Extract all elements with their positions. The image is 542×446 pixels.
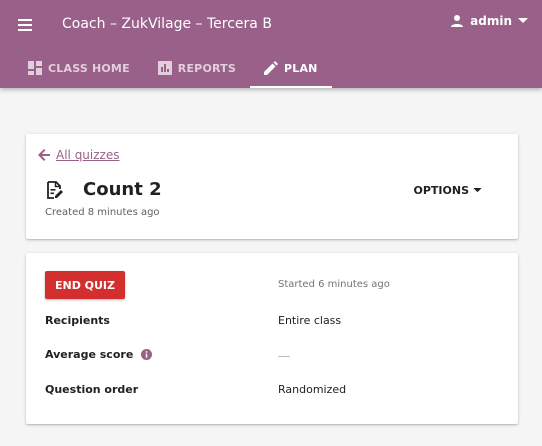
caret-down-icon	[473, 188, 482, 193]
created-time: Created 8 minutes ago	[45, 207, 160, 218]
app-bar: Coach – ZukVilage – Tercera B admin CLAS…	[0, 0, 542, 88]
tab-label: CLASS HOME	[48, 61, 130, 75]
question-order-label: Question order	[45, 383, 138, 396]
tab-reports[interactable]: REPORTS	[144, 48, 250, 88]
nav-tabs: CLASS HOME REPORTS PLAN	[14, 48, 332, 88]
row-label-text: Recipients	[45, 314, 110, 327]
row-label-text: Question order	[45, 383, 139, 396]
user-menu[interactable]: admin	[450, 14, 528, 28]
average-score-label: Average score	[45, 348, 153, 361]
info-icon[interactable]	[141, 349, 153, 360]
tab-plan[interactable]: PLAN	[250, 48, 332, 88]
all-quizzes-link[interactable]: All quizzes	[56, 148, 119, 162]
back-link[interactable]: All quizzes	[38, 148, 119, 162]
person-icon	[451, 15, 464, 27]
quiz-icon	[47, 181, 63, 199]
pencil-icon	[264, 61, 278, 75]
tab-label: PLAN	[284, 61, 318, 75]
menu-button[interactable]	[12, 12, 38, 38]
user-name: admin	[470, 14, 512, 28]
quiz-title: Count 2	[83, 179, 162, 200]
quiz-header-card: All quizzes Count 2 Created 8 minutes ag…	[26, 134, 518, 239]
question-order-value: Randomized	[278, 383, 347, 396]
end-quiz-button[interactable]: END QUIZ	[45, 271, 125, 299]
caret-down-icon	[518, 18, 528, 23]
recipients-value: Entire class	[278, 314, 342, 327]
page-title: Coach – ZukVilage – Tercera B	[62, 16, 272, 32]
bar-chart-icon	[157, 61, 172, 75]
options-label: OPTIONS	[413, 184, 470, 197]
recipients-label: Recipients	[45, 314, 110, 327]
average-score-value	[278, 356, 290, 357]
started-time: Started 6 minutes ago	[278, 279, 390, 290]
tab-class-home[interactable]: CLASS HOME	[14, 48, 144, 88]
options-dropdown[interactable]: OPTIONS	[414, 184, 483, 197]
row-label-text: Average score	[45, 348, 134, 361]
quiz-status-card: END QUIZ Started 6 minutes ago Recipient…	[26, 253, 518, 424]
arrow-back-icon	[38, 149, 50, 161]
dashboard-icon	[28, 61, 42, 75]
hamburger-menu-icon	[18, 19, 32, 31]
tab-label: REPORTS	[177, 61, 236, 75]
